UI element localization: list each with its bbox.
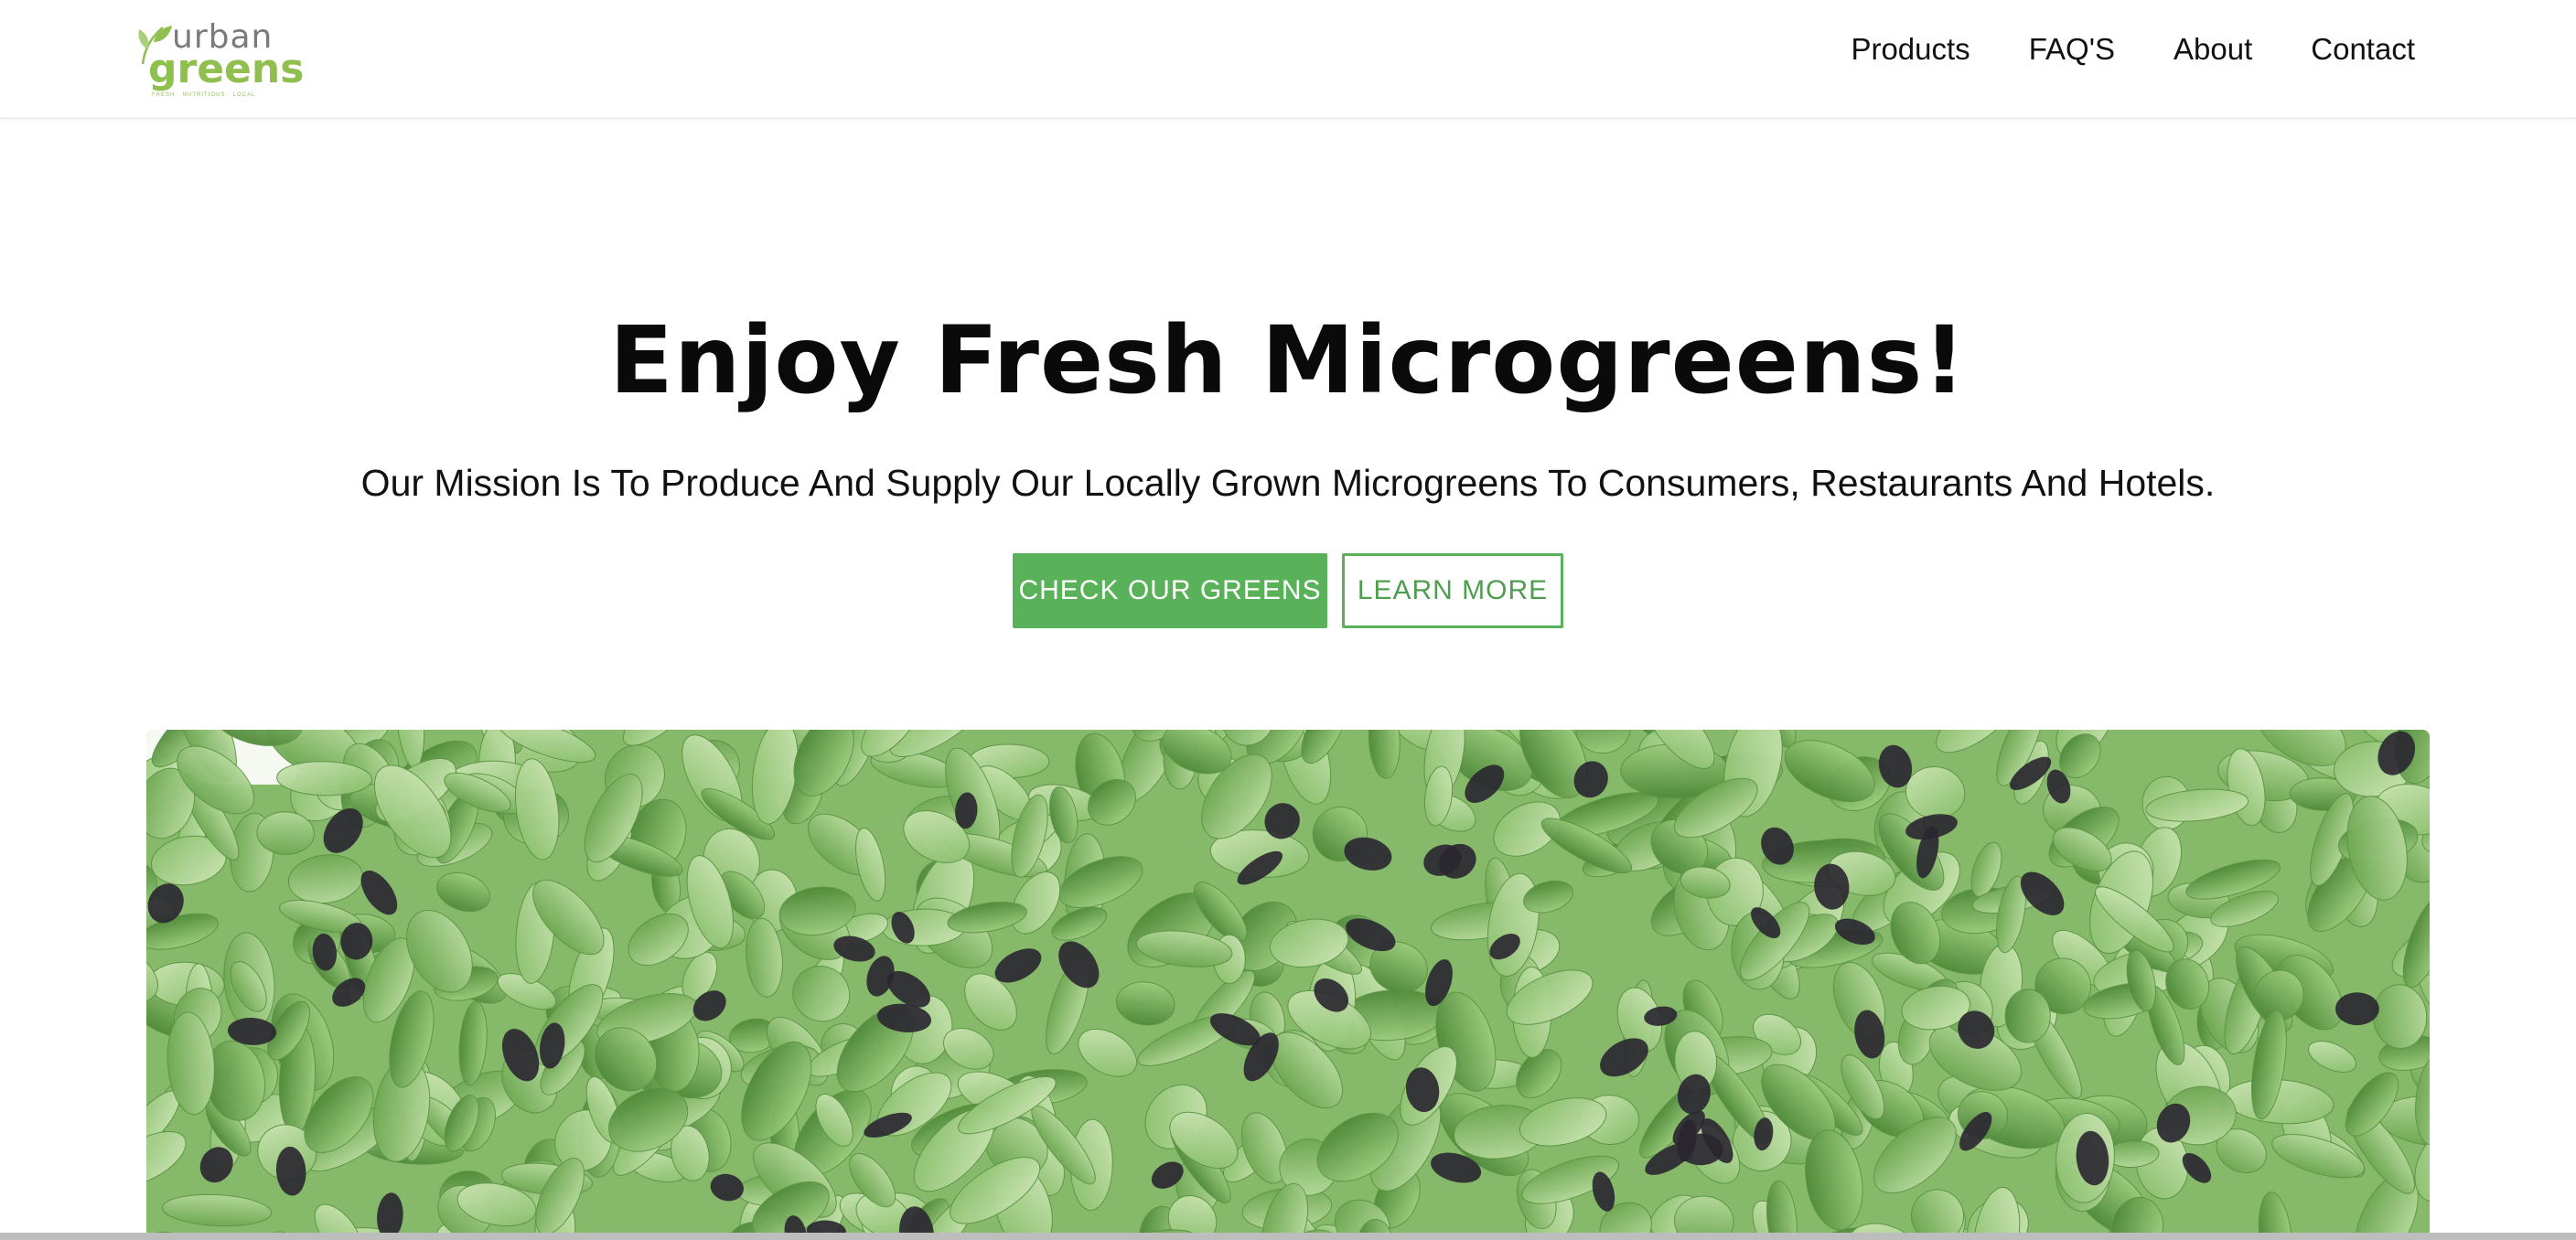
site-header: urban greens FRESH · NUTRITIOUS · LOCAL … [0,0,2576,119]
logo-word-bottom: greens [148,46,305,92]
check-our-greens-button[interactable]: CHECK OUR GREENS [1013,553,1327,628]
main-nav: Products FAQ'S About Contact [1851,0,2415,99]
nav-link-contact[interactable]: Contact [2311,32,2415,67]
site-logo[interactable]: urban greens FRESH · NUTRITIOUS · LOCAL [135,20,304,98]
nav-link-products[interactable]: Products [1851,32,1970,67]
hero-title: Enjoy Fresh Microgreens! [609,306,1967,415]
bottom-scroll-edge [0,1233,2576,1240]
hero-subtitle: Our Mission Is To Produce And Supply Our… [360,462,2216,504]
nav-link-about[interactable]: About [2174,32,2252,67]
nav-link-faqs[interactable]: FAQ'S [2029,32,2115,67]
microgreens-hero-image [146,730,2430,1240]
learn-more-button[interactable]: LEARN MORE [1342,553,1563,628]
microgreens-illustration [146,730,2430,1240]
cta-button-group: CHECK OUR GREENS LEARN MORE [0,553,2576,628]
logo-tagline: FRESH · NUTRITIOUS · LOCAL [152,92,256,98]
